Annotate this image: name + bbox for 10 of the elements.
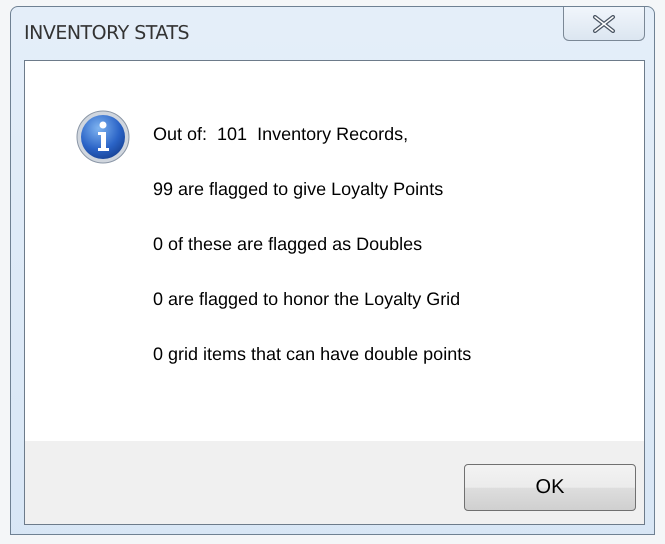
ok-button[interactable]: OK xyxy=(464,464,636,511)
message-text: 0 grid items that can have double points xyxy=(153,343,472,365)
message-text: Out of: 101 Inventory Records, xyxy=(153,123,410,145)
close-button[interactable] xyxy=(563,7,645,41)
message-text: 0 are flagged to honor the Loyalty Grid xyxy=(153,288,462,310)
close-icon xyxy=(592,14,616,32)
window-title: INVENTORY STATS xyxy=(24,22,190,44)
message-text: 99 are flagged to give Loyalty Points xyxy=(153,178,444,200)
info-icon xyxy=(75,109,131,165)
message-text: 0 of these are flagged as Doubles xyxy=(153,233,424,255)
